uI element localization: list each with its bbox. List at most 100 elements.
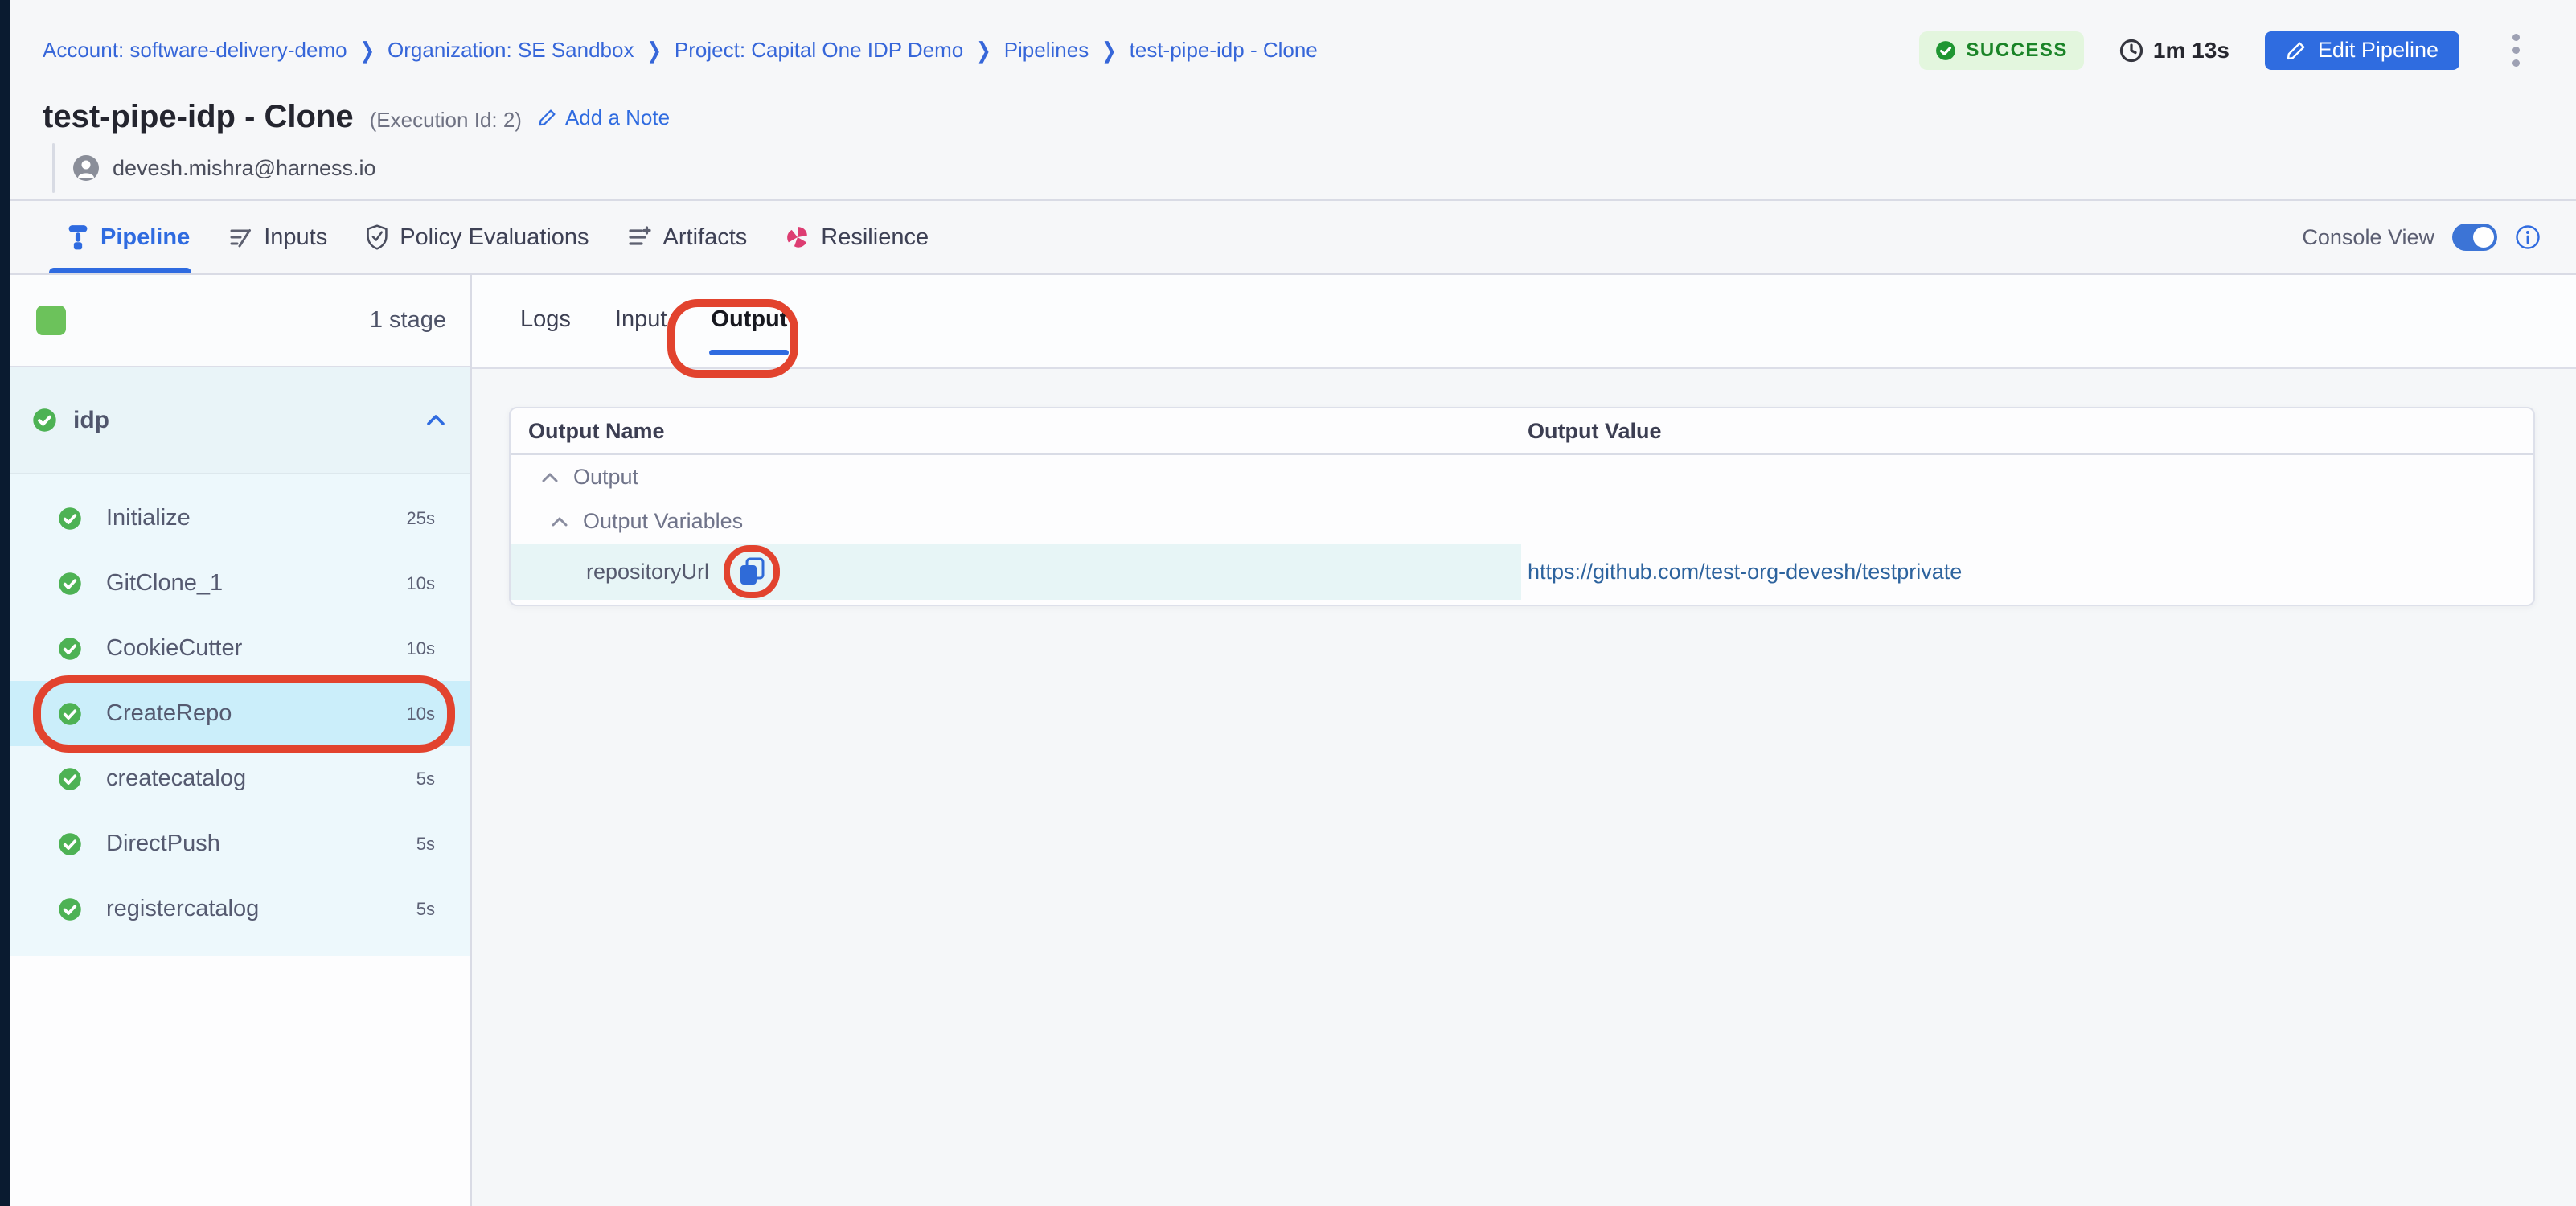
tab-pipeline[interactable]: Pipeline bbox=[67, 201, 190, 273]
stage-count-label: 1 stage bbox=[370, 307, 446, 334]
group-cell-output-variables[interactable]: Output Variables bbox=[511, 499, 1521, 544]
console-view-label: Console View bbox=[2302, 225, 2434, 250]
column-header-output-name: Output Name bbox=[511, 419, 1521, 444]
execution-body: 1 stage idp Initialize 25s bbox=[10, 275, 2576, 1206]
value-cell-empty bbox=[1521, 499, 2533, 544]
table-row-output-variables-group: Output Variables bbox=[511, 499, 2533, 544]
more-options-menu[interactable] bbox=[2504, 29, 2528, 72]
chevron-up-icon[interactable] bbox=[425, 412, 446, 429]
tab-inputs[interactable]: Inputs bbox=[228, 201, 327, 273]
stage-summary-row: 1 stage bbox=[10, 275, 470, 367]
output-name-cell-repositoryurl: repositoryUrl bbox=[511, 544, 1521, 600]
breadcrumb-separator: ❯ bbox=[1101, 37, 1116, 64]
step-label: createcatalog bbox=[106, 765, 246, 792]
add-note-link[interactable]: Add a Note bbox=[538, 105, 670, 130]
step-details-tabs: Logs Input Output bbox=[472, 275, 2576, 369]
edit-pipeline-button[interactable]: Edit Pipeline bbox=[2265, 31, 2459, 70]
console-view-control: Console View bbox=[2302, 224, 2541, 251]
step-row-gitclone[interactable]: GitClone_1 10s bbox=[10, 551, 470, 616]
breadcrumb-separator: ❯ bbox=[976, 37, 991, 64]
table-row-output-group: Output bbox=[511, 455, 2533, 499]
main-column: Account: software-delivery-demo ❯ Organi… bbox=[10, 0, 2576, 1206]
trigger-user-email: devesh.mishra@harness.io bbox=[113, 156, 376, 181]
execution-id-label: (Execution Id: 2) bbox=[370, 108, 522, 133]
step-duration: 10s bbox=[407, 638, 435, 659]
header-top-row: Account: software-delivery-demo ❯ Organi… bbox=[43, 29, 2528, 72]
pencil-icon bbox=[538, 108, 557, 127]
output-table-card: Output Name Output Value Output bbox=[509, 407, 2535, 606]
resilience-icon bbox=[786, 225, 810, 249]
step-success-icon bbox=[58, 572, 82, 596]
tab-artifacts-label: Artifacts bbox=[663, 224, 748, 251]
duration-indicator: 1m 13s bbox=[2119, 38, 2229, 64]
thread-line bbox=[52, 143, 55, 193]
step-details-panel: Logs Input Output Output Name Output Val… bbox=[472, 275, 2576, 1206]
stage-name: idp bbox=[73, 407, 109, 434]
group-label: Output bbox=[573, 465, 638, 490]
breadcrumb-project[interactable]: Project: Capital One IDP Demo bbox=[675, 38, 963, 63]
step-row-cookiecutter[interactable]: CookieCutter 10s bbox=[10, 616, 470, 681]
duration-label: 1m 13s bbox=[2153, 38, 2229, 64]
tab-artifacts[interactable]: Artifacts bbox=[628, 201, 748, 273]
execution-tabs: Pipeline Inputs Policy Evaluations bbox=[67, 201, 929, 273]
step-duration: 5s bbox=[416, 899, 435, 920]
user-avatar-icon bbox=[72, 154, 100, 182]
breadcrumb-current-pipeline[interactable]: test-pipe-idp - Clone bbox=[1130, 38, 1318, 63]
output-table-header: Output Name Output Value bbox=[511, 408, 2533, 455]
tab-resilience[interactable]: Resilience bbox=[786, 201, 929, 273]
tab-policy-evaluations-label: Policy Evaluations bbox=[400, 224, 589, 251]
copy-button[interactable] bbox=[736, 556, 767, 588]
step-success-icon bbox=[58, 767, 82, 791]
sidebar-empty-area bbox=[10, 956, 470, 1206]
group-label: Output Variables bbox=[583, 509, 743, 534]
breadcrumb-account[interactable]: Account: software-delivery-demo bbox=[43, 38, 347, 63]
tab-logs[interactable]: Logs bbox=[519, 285, 572, 357]
execution-header: Account: software-delivery-demo ❯ Organi… bbox=[10, 0, 2576, 201]
pipeline-icon bbox=[67, 224, 89, 250]
pencil-icon bbox=[2286, 40, 2307, 61]
trigger-info-row: devesh.mishra@harness.io bbox=[43, 143, 2528, 193]
output-tab-content: Output Name Output Value Output bbox=[472, 369, 2576, 1206]
step-row-createcatalog[interactable]: createcatalog 5s bbox=[10, 746, 470, 811]
step-row-registercatalog[interactable]: registercatalog 5s bbox=[10, 876, 470, 941]
step-success-icon bbox=[58, 897, 82, 921]
stage-status-square bbox=[36, 306, 66, 335]
repository-url-link[interactable]: https://github.com/test-org-devesh/testp… bbox=[1528, 560, 1962, 585]
collapsed-nav-strip[interactable] bbox=[0, 0, 10, 1206]
info-icon[interactable] bbox=[2515, 224, 2541, 250]
breadcrumb-pipelines[interactable]: Pipelines bbox=[1004, 38, 1089, 63]
app-root: Account: software-delivery-demo ❯ Organi… bbox=[0, 0, 2576, 1206]
breadcrumb-organization[interactable]: Organization: SE Sandbox bbox=[388, 38, 634, 63]
tab-output[interactable]: Output bbox=[709, 285, 789, 357]
edit-pipeline-label: Edit Pipeline bbox=[2318, 38, 2439, 63]
step-duration: 5s bbox=[416, 834, 435, 855]
step-duration: 10s bbox=[407, 573, 435, 594]
title-row: test-pipe-idp - Clone (Execution Id: 2) … bbox=[43, 99, 2528, 135]
group-cell-output[interactable]: Output bbox=[511, 455, 1521, 499]
chevron-up-icon bbox=[541, 471, 559, 484]
tab-inputs-label: Inputs bbox=[264, 224, 327, 251]
output-value-cell-repositoryurl: https://github.com/test-org-devesh/testp… bbox=[1521, 544, 2533, 600]
step-row-initialize[interactable]: Initialize 25s bbox=[10, 486, 470, 551]
inputs-icon bbox=[228, 225, 252, 249]
step-label: GitClone_1 bbox=[106, 570, 223, 597]
stage-header-idp[interactable]: idp bbox=[10, 367, 470, 473]
console-view-toggle[interactable] bbox=[2452, 224, 2497, 251]
step-row-directpush[interactable]: DirectPush 5s bbox=[10, 811, 470, 876]
breadcrumb-separator: ❯ bbox=[360, 37, 375, 64]
chevron-up-icon bbox=[551, 515, 568, 528]
step-duration: 25s bbox=[407, 508, 435, 529]
status-badge: SUCCESS bbox=[1919, 31, 2084, 70]
step-success-icon bbox=[58, 832, 82, 856]
step-label: Initialize bbox=[106, 505, 191, 531]
clock-icon bbox=[2119, 39, 2143, 63]
shield-check-icon bbox=[366, 224, 388, 250]
tab-input[interactable]: Input bbox=[613, 285, 669, 357]
step-label: registercatalog bbox=[106, 896, 259, 922]
tab-policy-evaluations[interactable]: Policy Evaluations bbox=[366, 201, 589, 273]
tab-pipeline-label: Pipeline bbox=[100, 224, 190, 251]
artifacts-icon bbox=[628, 225, 652, 249]
breadcrumb-separator: ❯ bbox=[646, 37, 661, 64]
step-row-createrepo[interactable]: CreateRepo 10s bbox=[10, 681, 470, 746]
stage-success-icon bbox=[32, 408, 57, 433]
